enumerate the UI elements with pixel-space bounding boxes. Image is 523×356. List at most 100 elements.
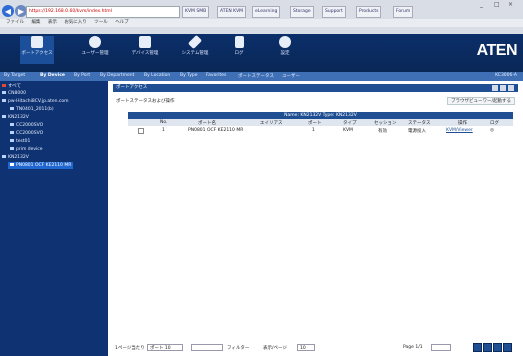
device-icon	[10, 123, 14, 126]
per-page-select[interactable]: 10	[297, 344, 315, 351]
back-button[interactable]: ◀	[2, 5, 14, 17]
browser-chrome: ◀ ▶ https://192.168.0.60/kvm/index.html …	[0, 0, 523, 34]
close-icon[interactable]: ×	[508, 1, 513, 8]
subnav-by-location[interactable]: By Location	[144, 73, 170, 78]
display-select[interactable]: ポート 10	[147, 344, 183, 351]
column-header[interactable]: ログ	[490, 120, 499, 126]
browser-tab[interactable]: Products	[356, 6, 382, 18]
menu-view[interactable]: 表示	[48, 20, 57, 25]
subnav-by-department[interactable]: By Department	[100, 73, 134, 78]
tree-node[interactable]: KN2132V	[2, 155, 29, 160]
subnav-by-target[interactable]: By Target	[4, 73, 25, 78]
menu-help[interactable]: ヘルプ	[115, 20, 129, 25]
column-header[interactable]: セッション	[374, 120, 397, 126]
menu-file[interactable]: ファイル	[6, 20, 24, 25]
subnav-by-type[interactable]: By Type	[180, 73, 198, 78]
page-indicator: Page 1/1	[403, 345, 423, 350]
column-header[interactable]: タイプ	[343, 120, 357, 126]
cell-log[interactable]: ◎	[490, 128, 494, 133]
subnav-by-device[interactable]: By Device	[40, 73, 65, 78]
menu-edit[interactable]: 編集	[31, 20, 40, 25]
tree-node-label: TN0401_2011(b)	[16, 107, 54, 112]
row-checkbox[interactable]	[138, 128, 144, 134]
tree-node[interactable]: KN2132V	[2, 115, 29, 120]
tree-node-label: すべて	[8, 84, 22, 89]
first-page-button[interactable]	[473, 343, 482, 352]
browser-tab[interactable]: eLearning	[252, 6, 281, 18]
panel-window-button[interactable]	[500, 85, 506, 91]
panel-titlebar: ポートアクセス	[113, 84, 518, 92]
subnav-favorites[interactable]: Favorites	[206, 73, 226, 78]
page-input[interactable]	[431, 344, 451, 351]
table-row[interactable]: 1 PN0801 OCF KE2110 MR 1 KVM 有効 電源投入 KVM…	[128, 127, 513, 134]
browser-tab[interactable]: ATEN KVM	[217, 6, 247, 18]
browser-tab[interactable]: Support	[322, 6, 346, 18]
address-bar[interactable]: https://192.168.0.60/kvm/index.html	[26, 6, 180, 18]
column-header[interactable]: ステータス	[408, 120, 431, 126]
device-icon	[2, 155, 6, 158]
per-page-label: 表示/ページ	[263, 346, 287, 351]
device-info-bar: Name: KN2132V Type: KN2132V	[128, 112, 513, 119]
column-header[interactable]: 操作	[458, 120, 467, 126]
last-page-button[interactable]	[503, 343, 512, 352]
subnav-by-port[interactable]: By Port	[74, 73, 90, 78]
browser-tab[interactable]: KVM SMB	[182, 6, 210, 18]
panel-close-button[interactable]	[508, 85, 514, 91]
session-label: KC3006-A	[495, 73, 517, 78]
toolbar-label: ポートアクセス	[21, 51, 53, 56]
prev-page-button[interactable]	[483, 343, 492, 352]
display-label: 1ページ当たり	[115, 346, 145, 351]
toolbar-device-management[interactable]: デバイス管理	[128, 36, 162, 64]
filter-button[interactable]: フィルター	[227, 345, 249, 351]
table-header: No. ポート名 エイリアス ポート タイプ セッション ステータス 操作 ログ	[128, 119, 513, 126]
tree-node[interactable]: CN8000	[2, 91, 26, 96]
tree-node[interactable]: pw-Hitachi8CV.jp.aten.com	[2, 99, 69, 104]
tree-node-label: KN2132V	[8, 155, 29, 160]
toolbar-settings[interactable]: 設定	[268, 36, 302, 64]
menu-tools[interactable]: ツール	[94, 20, 108, 25]
device-icon	[2, 115, 6, 118]
tree-node[interactable]: test01	[10, 139, 30, 144]
folder-icon	[2, 84, 6, 87]
tree-node[interactable]: prim device	[10, 147, 43, 152]
port-icon	[10, 163, 14, 166]
panel-window-button[interactable]	[492, 85, 498, 91]
tree-node[interactable]: すべて	[2, 83, 21, 89]
toolbar-log[interactable]: ログ	[222, 36, 256, 64]
minimize-icon[interactable]: _	[480, 1, 483, 8]
subnav-port-status[interactable]: ポートステータス	[238, 73, 274, 79]
cell-session: 有効	[378, 129, 387, 134]
toolbar-user-management[interactable]: ユーザー管理	[78, 36, 112, 64]
tree-node-selected[interactable]: PN0801 OCF KE2110 MR	[8, 162, 74, 169]
next-page-button[interactable]	[493, 343, 502, 352]
maximize-icon[interactable]: □	[494, 1, 500, 8]
toolbar-port-access[interactable]: ポートアクセス	[20, 36, 54, 64]
menu-favorites[interactable]: お気に入り	[64, 20, 87, 25]
browser-menu: ファイル 編集 表示 お気に入り ツール ヘルプ	[0, 19, 523, 27]
tree-node[interactable]: TN0401_2011(b)	[10, 107, 54, 112]
tree-node-label: KN2132V	[8, 115, 29, 120]
browser-tab[interactable]: Storage	[290, 6, 314, 18]
cell-action-link[interactable]: KVM/Viewer	[446, 128, 473, 133]
browser-tab[interactable]: Forum	[393, 6, 414, 18]
device-tree: すべて CN8000 pw-Hitachi8CV.jp.aten.com TN0…	[0, 81, 108, 356]
device-icon	[139, 36, 151, 48]
device-icon	[10, 139, 14, 142]
column-header[interactable]: ポート	[308, 120, 322, 126]
column-header[interactable]: エイリアス	[260, 120, 283, 126]
sub-navigation: By Target By Device By Port By Departmen…	[0, 72, 523, 81]
tree-node[interactable]: CC2000SVO	[10, 123, 43, 128]
tree-node-label: pw-Hitachi8CV.jp.aten.com	[8, 99, 69, 104]
toolbar-system-management[interactable]: システム管理	[178, 34, 212, 64]
tree-node-label: prim device	[16, 147, 43, 152]
subnav-users[interactable]: ユーザー	[282, 73, 300, 79]
device-icon	[10, 147, 14, 150]
tree-node[interactable]: CC2000SVO	[10, 131, 43, 136]
column-header[interactable]: No.	[160, 120, 167, 125]
filter-input[interactable]	[191, 344, 223, 351]
column-header[interactable]: ポート名	[198, 120, 216, 126]
log-icon	[234, 36, 244, 48]
browser-viewer-button[interactable]: ブラウザビューワー/起動する	[446, 97, 515, 105]
user-icon	[89, 36, 101, 48]
toolbar-label: システム管理	[181, 51, 209, 56]
